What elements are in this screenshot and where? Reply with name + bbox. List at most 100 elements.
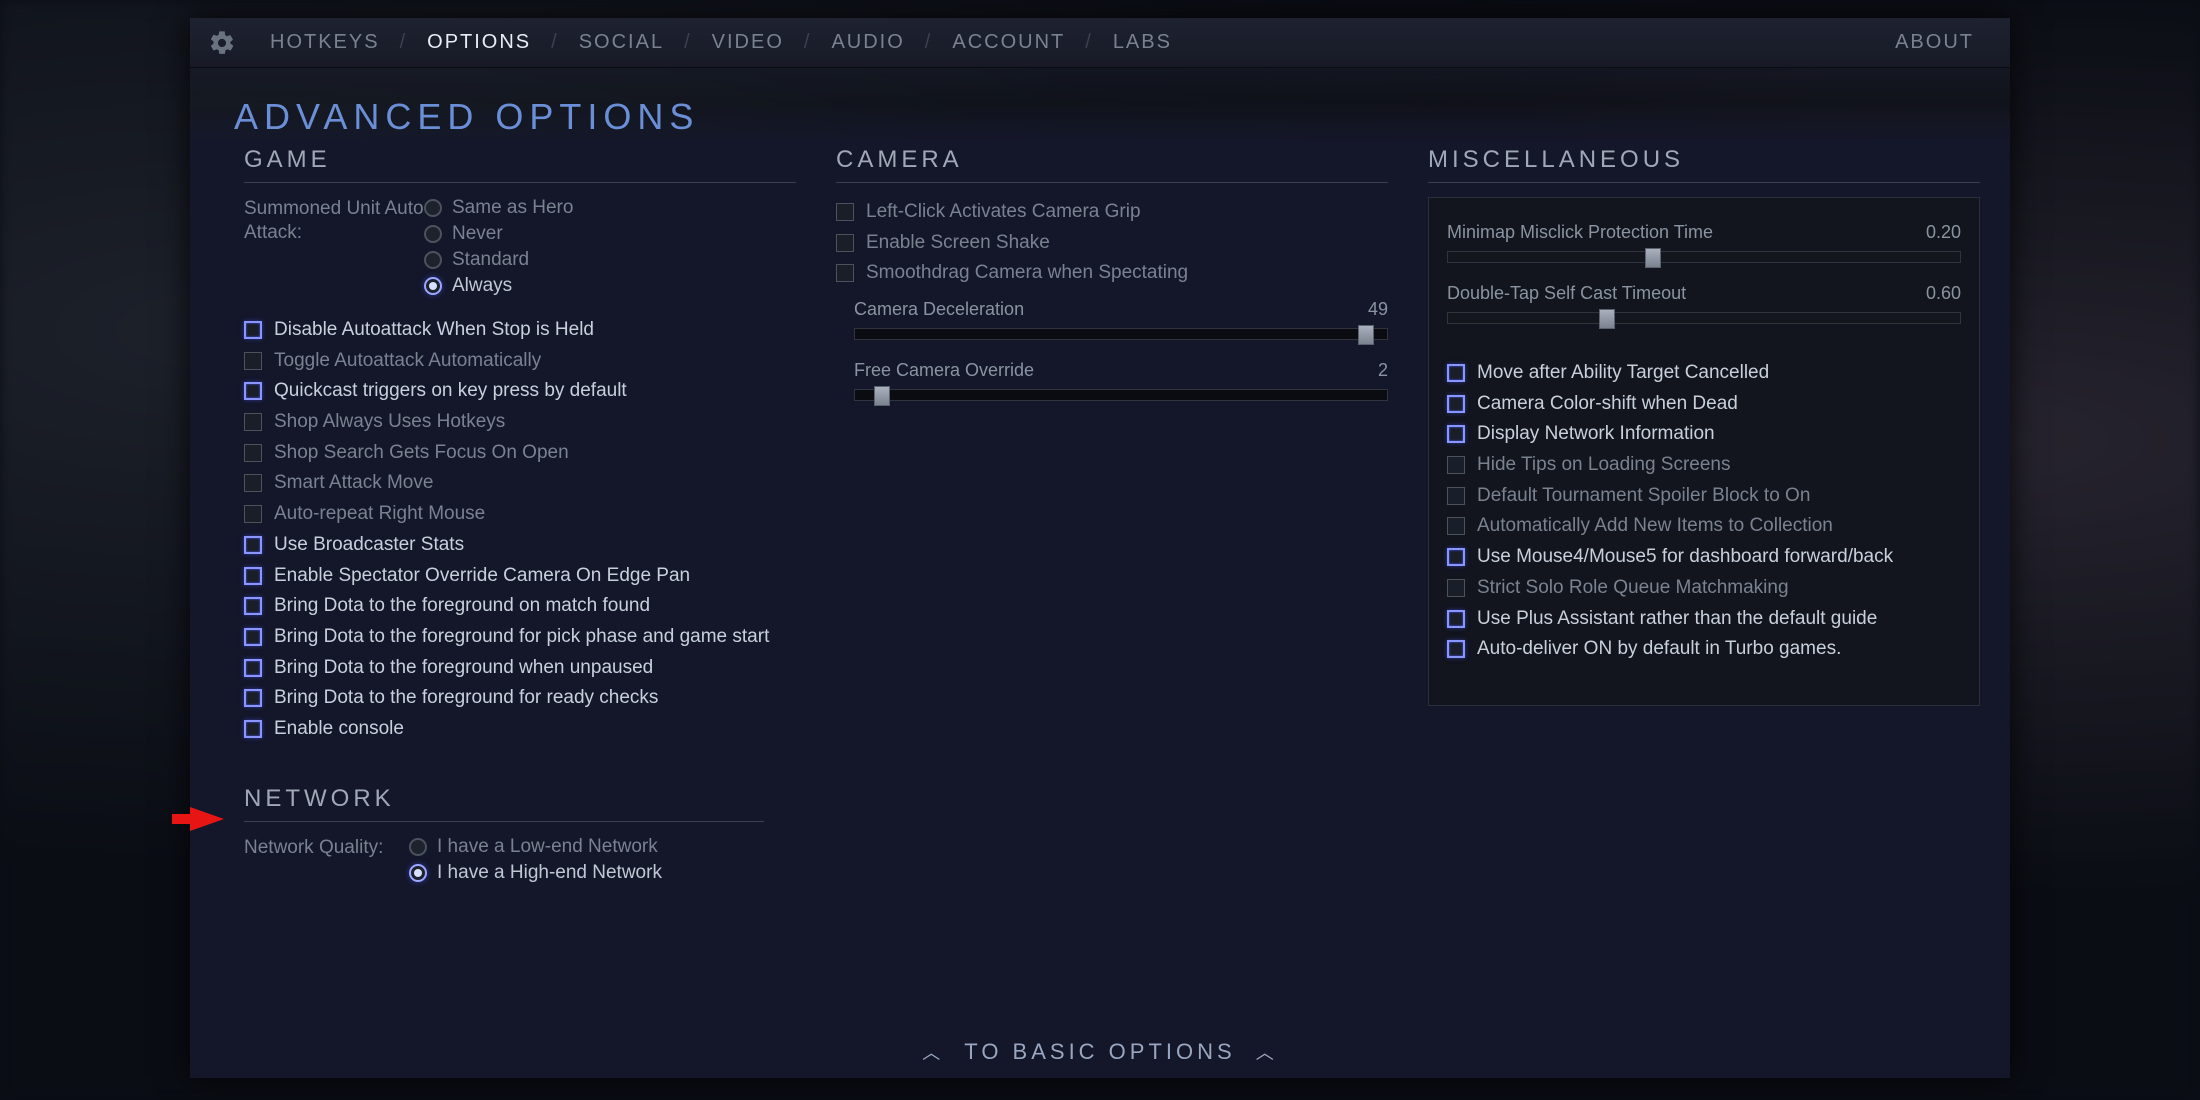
camera-slider-camera-deceleration: Camera Deceleration49 — [836, 299, 1388, 340]
game-check-bring-dota-to-the-foreground-for-pick-ph[interactable]: Bring Dota to the foreground for pick ph… — [244, 622, 796, 653]
slider-track[interactable] — [1447, 312, 1961, 324]
misc-check-camera-color-shift-when-dead[interactable]: Camera Color-shift when Dead — [1447, 389, 1961, 420]
checkbox-icon — [244, 597, 262, 615]
game-check-shop-search-gets-focus-on-open[interactable]: Shop Search Gets Focus On Open — [244, 438, 796, 469]
summoned-option-same-as-hero[interactable]: Same as Hero — [424, 197, 573, 219]
check-label: Auto-deliver ON by default in Turbo game… — [1477, 637, 1841, 662]
slider-label: Camera Deceleration — [854, 299, 1024, 320]
slider-thumb[interactable] — [1599, 309, 1615, 329]
nav-labs[interactable]: LABS — [1101, 31, 1184, 53]
slider-thumb[interactable] — [874, 386, 890, 406]
radio-icon — [424, 225, 442, 243]
camera-check-smoothdrag-camera-when-spectating[interactable]: Smoothdrag Camera when Spectating — [836, 258, 1388, 289]
red-arrow-annotation — [172, 805, 224, 833]
checkbox-icon — [1447, 364, 1465, 382]
chevron-up-icon: ︿ — [922, 1039, 944, 1065]
check-label: Toggle Autoattack Automatically — [274, 349, 541, 374]
misc-check-automatically-add-new-items-to-collectio[interactable]: Automatically Add New Items to Collectio… — [1447, 511, 1961, 542]
checkbox-icon — [244, 505, 262, 523]
slider-label: Free Camera Override — [854, 360, 1034, 381]
game-check-auto-repeat-right-mouse[interactable]: Auto-repeat Right Mouse — [244, 499, 796, 530]
slider-label: Minimap Misclick Protection Time — [1447, 222, 1713, 243]
misc-check-strict-solo-role-queue-matchmaking[interactable]: Strict Solo Role Queue Matchmaking — [1447, 573, 1961, 604]
nav-separator: / — [796, 31, 820, 53]
nav-hotkeys[interactable]: HOTKEYS — [258, 31, 392, 53]
checkbox-icon — [244, 720, 262, 738]
game-check-bring-dota-to-the-foreground-when-unpaus[interactable]: Bring Dota to the foreground when unpaus… — [244, 653, 796, 684]
nav-about[interactable]: ABOUT — [1895, 31, 1992, 54]
checkbox-icon — [244, 659, 262, 677]
misc-check-hide-tips-on-loading-screens[interactable]: Hide Tips on Loading Screens — [1447, 450, 1961, 481]
check-label: Camera Color-shift when Dead — [1477, 392, 1738, 417]
nav-separator: / — [543, 31, 567, 53]
check-label: Bring Dota to the foreground for pick ph… — [274, 625, 769, 650]
check-label: Shop Search Gets Focus On Open — [274, 441, 569, 466]
slider-track[interactable] — [854, 328, 1388, 340]
network-quality-group: Network Quality: I have a Low-end Networ… — [244, 836, 764, 884]
misc-check-use-mouse4-mouse5-for-dashboard-forward-[interactable]: Use Mouse4/Mouse5 for dashboard forward/… — [1447, 542, 1961, 573]
check-label: Left-Click Activates Camera Grip — [866, 200, 1141, 225]
game-check-bring-dota-to-the-foreground-for-ready-c[interactable]: Bring Dota to the foreground for ready c… — [244, 683, 796, 714]
camera-check-left-click-activates-camera-grip[interactable]: Left-Click Activates Camera Grip — [836, 197, 1388, 228]
section-title-misc: MISCELLANEOUS — [1428, 146, 1980, 183]
game-check-enable-spectator-override-camera-on-edge[interactable]: Enable Spectator Override Camera On Edge… — [244, 561, 796, 592]
checkbox-icon — [244, 413, 262, 431]
slider-thumb[interactable] — [1358, 325, 1374, 345]
nav-options[interactable]: OPTIONS — [415, 31, 543, 53]
check-label: Enable Screen Shake — [866, 231, 1050, 256]
game-check-use-broadcaster-stats[interactable]: Use Broadcaster Stats — [244, 530, 796, 561]
checkbox-icon — [836, 234, 854, 252]
summoned-option-never[interactable]: Never — [424, 223, 573, 245]
check-label: Use Broadcaster Stats — [274, 533, 464, 558]
nav-video[interactable]: VIDEO — [700, 31, 796, 53]
slider-track[interactable] — [854, 389, 1388, 401]
game-check-quickcast-triggers-on-key-press-by-defau[interactable]: Quickcast triggers on key press by defau… — [244, 376, 796, 407]
game-check-bring-dota-to-the-foreground-on-match-fo[interactable]: Bring Dota to the foreground on match fo… — [244, 591, 796, 622]
page-title: ADVANCED OPTIONS — [190, 68, 2010, 138]
game-check-toggle-autoattack-automatically[interactable]: Toggle Autoattack Automatically — [244, 346, 796, 377]
check-label: Enable console — [274, 717, 404, 742]
misc-check-use-plus-assistant-rather-than-the-defau[interactable]: Use Plus Assistant rather than the defau… — [1447, 604, 1961, 635]
summoned-label: Summoned Unit Auto Attack: — [244, 197, 424, 245]
to-basic-options-button[interactable]: ︿ TO BASIC OPTIONS ︿ — [190, 1026, 2010, 1078]
nav-social[interactable]: SOCIAL — [567, 31, 676, 53]
checkbox-icon — [244, 444, 262, 462]
network-option-i-have-a-low-end-network[interactable]: I have a Low-end Network — [409, 836, 662, 858]
summoned-option-always[interactable]: Always — [424, 275, 573, 297]
network-option-i-have-a-high-end-network[interactable]: I have a High-end Network — [409, 862, 662, 884]
nav-separator: / — [917, 31, 941, 53]
game-check-smart-attack-move[interactable]: Smart Attack Move — [244, 468, 796, 499]
nav-account[interactable]: ACCOUNT — [940, 31, 1077, 53]
summoned-option-standard[interactable]: Standard — [424, 249, 573, 271]
game-check-shop-always-uses-hotkeys[interactable]: Shop Always Uses Hotkeys — [244, 407, 796, 438]
checkbox-icon — [244, 567, 262, 585]
game-check-enable-console[interactable]: Enable console — [244, 714, 796, 745]
game-column: GAME Summoned Unit Auto Attack: Same as … — [244, 146, 796, 884]
checkbox-icon — [1447, 579, 1465, 597]
check-label: Bring Dota to the foreground when unpaus… — [274, 656, 653, 681]
misc-check-display-network-information[interactable]: Display Network Information — [1447, 419, 1961, 450]
slider-track[interactable] — [1447, 251, 1961, 263]
slider-value: 0.20 — [1926, 222, 1961, 243]
bottom-link-label: TO BASIC OPTIONS — [964, 1039, 1235, 1065]
game-check-disable-autoattack-when-stop-is-held[interactable]: Disable Autoattack When Stop is Held — [244, 315, 796, 346]
radio-label: I have a Low-end Network — [437, 836, 658, 858]
check-label: Quickcast triggers on key press by defau… — [274, 379, 627, 404]
checkbox-icon — [244, 352, 262, 370]
section-title-game: GAME — [244, 146, 796, 183]
misc-check-move-after-ability-target-cancelled[interactable]: Move after Ability Target Cancelled — [1447, 358, 1961, 389]
check-label: Enable Spectator Override Camera On Edge… — [274, 564, 690, 589]
check-label: Strict Solo Role Queue Matchmaking — [1477, 576, 1789, 601]
misc-check-default-tournament-spoiler-block-to-on[interactable]: Default Tournament Spoiler Block to On — [1447, 481, 1961, 512]
misc-check-auto-deliver-on-by-default-in-turbo-game[interactable]: Auto-deliver ON by default in Turbo game… — [1447, 634, 1961, 665]
nav-audio[interactable]: AUDIO — [819, 31, 916, 53]
checkbox-icon — [1447, 517, 1465, 535]
camera-check-enable-screen-shake[interactable]: Enable Screen Shake — [836, 228, 1388, 259]
slider-thumb[interactable] — [1645, 248, 1661, 268]
checkbox-icon — [244, 321, 262, 339]
top-nav: HOTKEYS/OPTIONS/SOCIAL/VIDEO/AUDIO/ACCOU… — [190, 18, 2010, 68]
check-label: Move after Ability Target Cancelled — [1477, 361, 1769, 386]
check-label: Bring Dota to the foreground on match fo… — [274, 594, 650, 619]
checkbox-icon — [836, 264, 854, 282]
checkbox-icon — [244, 689, 262, 707]
